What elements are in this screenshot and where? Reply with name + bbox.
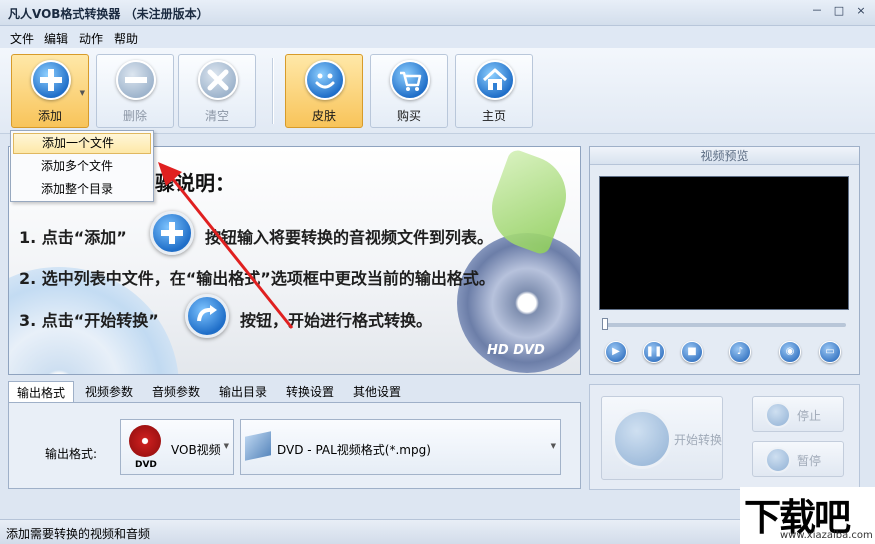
menu-add-one-file[interactable]: 添加一个文件 (13, 133, 151, 154)
menu-edit[interactable]: 编辑 (44, 30, 68, 47)
step2-text: 2. 选中列表中文件，在“输出格式”选项框中更改当前的输出格式。 (19, 269, 495, 288)
volume-icon[interactable]: ♪ (729, 341, 751, 363)
plus-icon (31, 60, 71, 100)
stop-icon (765, 402, 791, 428)
menu-file[interactable]: 文件 (10, 30, 34, 47)
clear-label: 清空 (204, 109, 229, 123)
chevron-down-icon: ▼ (223, 442, 229, 450)
toolbar: ▼ 添加 删除 清空 皮肤 购买 主页 (0, 48, 875, 134)
x-icon (198, 60, 238, 100)
add-button[interactable]: ▼ 添加 (11, 54, 89, 128)
clear-button[interactable]: 清空 (178, 54, 256, 128)
buy-button[interactable]: 购买 (370, 54, 448, 128)
title-bar: 凡人VOB格式转换器 （未注册版本） － □ × (0, 0, 875, 26)
home-label: 主页 (481, 109, 506, 123)
start-convert-label: 开始转换 (674, 433, 723, 447)
preview-title: 视频预览 (590, 147, 859, 165)
watermark: 下载吧 www.xiazaiba.com (740, 487, 875, 544)
buy-label: 购买 (396, 109, 421, 123)
home-icon (475, 60, 515, 100)
minus-icon (116, 60, 156, 100)
video-screen (599, 176, 849, 310)
delete-button[interactable]: 删除 (96, 54, 174, 128)
cart-icon (390, 60, 430, 100)
stop-button[interactable]: 停止 (752, 396, 844, 432)
step3-text-a: 3. 点击“开始转换” (19, 311, 159, 330)
tab-output-dir[interactable]: 输出目录 (212, 381, 274, 403)
convert-panel: 开始转换 停止 暂停 (589, 384, 860, 490)
convert-icon (612, 409, 672, 469)
tab-video-params[interactable]: 视频参数 (78, 381, 140, 403)
add-dropdown-menu: 添加一个文件 添加多个文件 添加整个目录 (10, 130, 154, 202)
menu-action[interactable]: 动作 (79, 30, 103, 47)
step1-text-a: 1. 点击“添加” (19, 228, 127, 247)
folder-icon[interactable]: ▭ (819, 341, 841, 363)
skin-button[interactable]: 皮肤 (285, 54, 363, 128)
minimize-button[interactable]: － (809, 4, 825, 18)
pause-label: 暂停 (797, 454, 822, 468)
step3-text-b: 按钮，开始进行格式转换。 (240, 311, 433, 330)
seek-handle[interactable] (602, 318, 608, 330)
output-format-panel: 输出格式: DVD VOB视频 ▼ DVD - PAL视频格式(*.mpg) ▼ (8, 402, 581, 489)
tab-output-format[interactable]: 输出格式 (8, 381, 74, 403)
tab-convert-settings[interactable]: 转换设置 (279, 381, 341, 403)
start-convert-button[interactable]: 开始转换 (601, 396, 723, 480)
output-format-value: DVD - PAL视频格式(*.mpg) (277, 443, 431, 457)
add-circle-icon (150, 211, 194, 255)
convert-circle-icon (185, 294, 229, 338)
chevron-down-icon[interactable]: ▼ (80, 89, 85, 97)
menu-add-multiple-files[interactable]: 添加多个文件 (13, 156, 151, 177)
format-category-select[interactable]: DVD VOB视频 ▼ (120, 419, 234, 475)
menu-add-directory[interactable]: 添加整个目录 (13, 179, 151, 200)
pause-button[interactable]: 暂停 (752, 441, 844, 477)
smiley-icon (305, 60, 345, 100)
box-icon (245, 431, 271, 461)
format-category-value: VOB视频 (171, 443, 221, 457)
video-preview-panel: 视频预览 ▶ ❚❚ ■ ♪ ◉ ▭ (589, 146, 860, 375)
snapshot-icon[interactable]: ◉ (779, 341, 801, 363)
stop-label: 停止 (797, 409, 822, 423)
dvd-icon-label: DVD (135, 460, 157, 470)
seek-bar[interactable] (602, 323, 846, 327)
window-controls: － □ × (809, 4, 869, 18)
skin-label: 皮肤 (311, 109, 336, 123)
output-format-select[interactable]: DVD - PAL视频格式(*.mpg) ▼ (240, 419, 561, 475)
output-format-label: 输出格式: (45, 447, 98, 461)
play-icon[interactable]: ▶ (605, 341, 627, 363)
pause-icon (765, 447, 791, 473)
stop-icon[interactable]: ■ (681, 341, 703, 363)
disc-label: HD DVD (487, 343, 545, 358)
window-title: 凡人VOB格式转换器 （未注册版本） (8, 7, 209, 21)
tab-other-settings[interactable]: 其他设置 (346, 381, 408, 403)
maximize-button[interactable]: □ (831, 4, 847, 18)
tab-audio-params[interactable]: 音频参数 (145, 381, 207, 403)
home-button[interactable]: 主页 (455, 54, 533, 128)
dvd-icon (129, 425, 161, 457)
guide-heading: 骤说明： (155, 171, 235, 195)
pause-icon[interactable]: ❚❚ (643, 341, 665, 363)
delete-label: 删除 (122, 109, 147, 123)
watermark-url: www.xiazaiba.com (780, 530, 873, 541)
status-text: 添加需要转换的视频和音频 (6, 527, 151, 541)
menu-bar: 文件 编辑 动作 帮助 (0, 26, 875, 48)
toolbar-separator (272, 58, 274, 124)
add-label: 添加 (37, 109, 62, 123)
close-button[interactable]: × (853, 4, 869, 18)
chevron-down-icon: ▼ (550, 442, 556, 450)
menu-help[interactable]: 帮助 (114, 30, 138, 47)
step1-text-b: 按钮输入将要转换的音视频文件到列表。 (205, 228, 494, 247)
